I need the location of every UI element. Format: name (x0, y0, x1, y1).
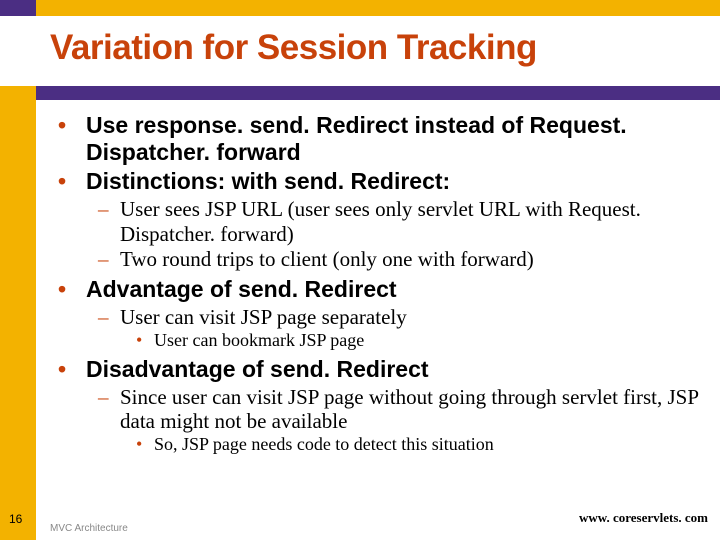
page-number: 16 (9, 512, 22, 526)
bullet-level2: User can visit JSP page separately (98, 305, 700, 329)
bullet-level1: Advantage of send. Redirect (58, 276, 700, 303)
divider-band (0, 86, 720, 100)
top-band (0, 0, 720, 16)
slide: Variation for Session Tracking Use respo… (0, 0, 720, 540)
content-area: Use response. send. Redirect instead of … (58, 112, 700, 456)
bullet-level2: Since user can visit JSP page without go… (98, 385, 700, 433)
bullet-level1: Use response. send. Redirect instead of … (58, 112, 700, 166)
bullet-level3: User can bookmark JSP page (136, 330, 700, 351)
bullet-level2: Two round trips to client (only one with… (98, 247, 700, 271)
bullet-level3: So, JSP page needs code to detect this s… (136, 434, 700, 455)
bullet-level1: Disadvantage of send. Redirect (58, 356, 700, 383)
bullet-level1: Distinctions: with send. Redirect: (58, 168, 700, 195)
footer-label: MVC Architecture (50, 523, 128, 534)
bullet-level2: User sees JSP URL (user sees only servle… (98, 197, 700, 245)
footer-url: www. coreservlets. com (579, 510, 708, 526)
slide-title: Variation for Session Tracking (50, 28, 700, 68)
left-sidebar (0, 86, 36, 540)
